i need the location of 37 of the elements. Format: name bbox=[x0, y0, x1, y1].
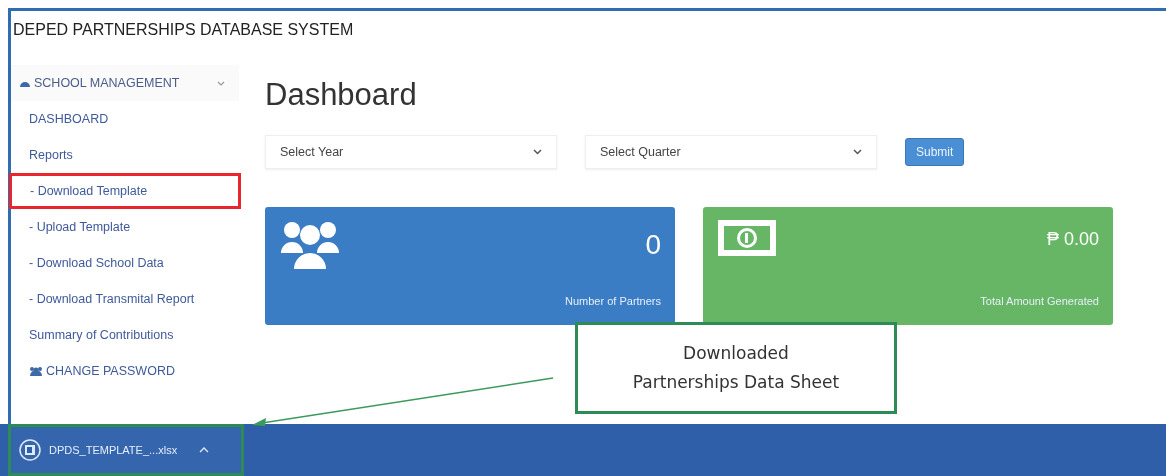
stat-value: 0 bbox=[645, 229, 661, 261]
sidebar-label: - Download Transmital Report bbox=[29, 292, 195, 306]
banknote-icon bbox=[717, 219, 777, 257]
download-item[interactable]: DPDS_TEMPLATE_...xlsx bbox=[8, 424, 244, 476]
chevron-icon bbox=[533, 149, 542, 155]
sidebar-section[interactable]: CHANGE PASSWORD bbox=[11, 353, 241, 389]
app-title: DEPED PARTNERSHIPS DATABASE SYSTEM bbox=[12, 20, 355, 40]
sidebar-label: - Download Template bbox=[30, 184, 148, 198]
sidebar-item[interactable]: Reports bbox=[11, 137, 241, 173]
users-icon bbox=[279, 219, 341, 271]
select-field[interactable]: Select Year bbox=[265, 135, 557, 169]
sidebar-item[interactable]: - Download School Data bbox=[11, 245, 241, 281]
spreadsheet-icon bbox=[19, 439, 41, 461]
stat-label: Total Amount Generated bbox=[980, 295, 1099, 307]
sidebar-item[interactable]: - Upload Template bbox=[11, 209, 241, 245]
sidebar-label: Reports bbox=[29, 148, 73, 162]
sidebar-label: SCHOOL MANAGEMENT bbox=[34, 76, 180, 90]
page-title: Dashboard bbox=[265, 77, 418, 113]
sidebar-label: - Upload Template bbox=[29, 220, 131, 234]
sidebar-section[interactable]: SCHOOL MANAGEMENT bbox=[11, 65, 239, 101]
callout-text: Downloaded Partnerships Data Sheet bbox=[632, 342, 840, 394]
stat-value: ₱ 0.00 bbox=[1046, 229, 1099, 250]
file-name: DPDS_TEMPLATE_...xlsx bbox=[49, 444, 178, 456]
sidebar-item[interactable]: - Download Template bbox=[9, 173, 241, 209]
chevron-icon bbox=[217, 79, 225, 87]
chevron-icon bbox=[853, 149, 862, 155]
sidebar-label: DASHBOARD bbox=[29, 112, 109, 126]
stat-label: Number of Partners bbox=[565, 295, 661, 307]
sidebar-item[interactable]: DASHBOARD bbox=[11, 101, 241, 137]
sidebar-item[interactable]: Summary of Contributions bbox=[11, 317, 241, 353]
select-field[interactable]: Select Quarter bbox=[585, 135, 877, 169]
sidebar-label: Summary of Contributions bbox=[29, 328, 174, 342]
sidebar-label: - Download School Data bbox=[29, 256, 164, 270]
users-icon bbox=[29, 365, 43, 377]
caret-icon bbox=[199, 447, 210, 453]
sidebar-item[interactable]: - Download Transmital Report bbox=[11, 281, 241, 317]
sidebar-label: CHANGE PASSWORD bbox=[46, 364, 175, 378]
